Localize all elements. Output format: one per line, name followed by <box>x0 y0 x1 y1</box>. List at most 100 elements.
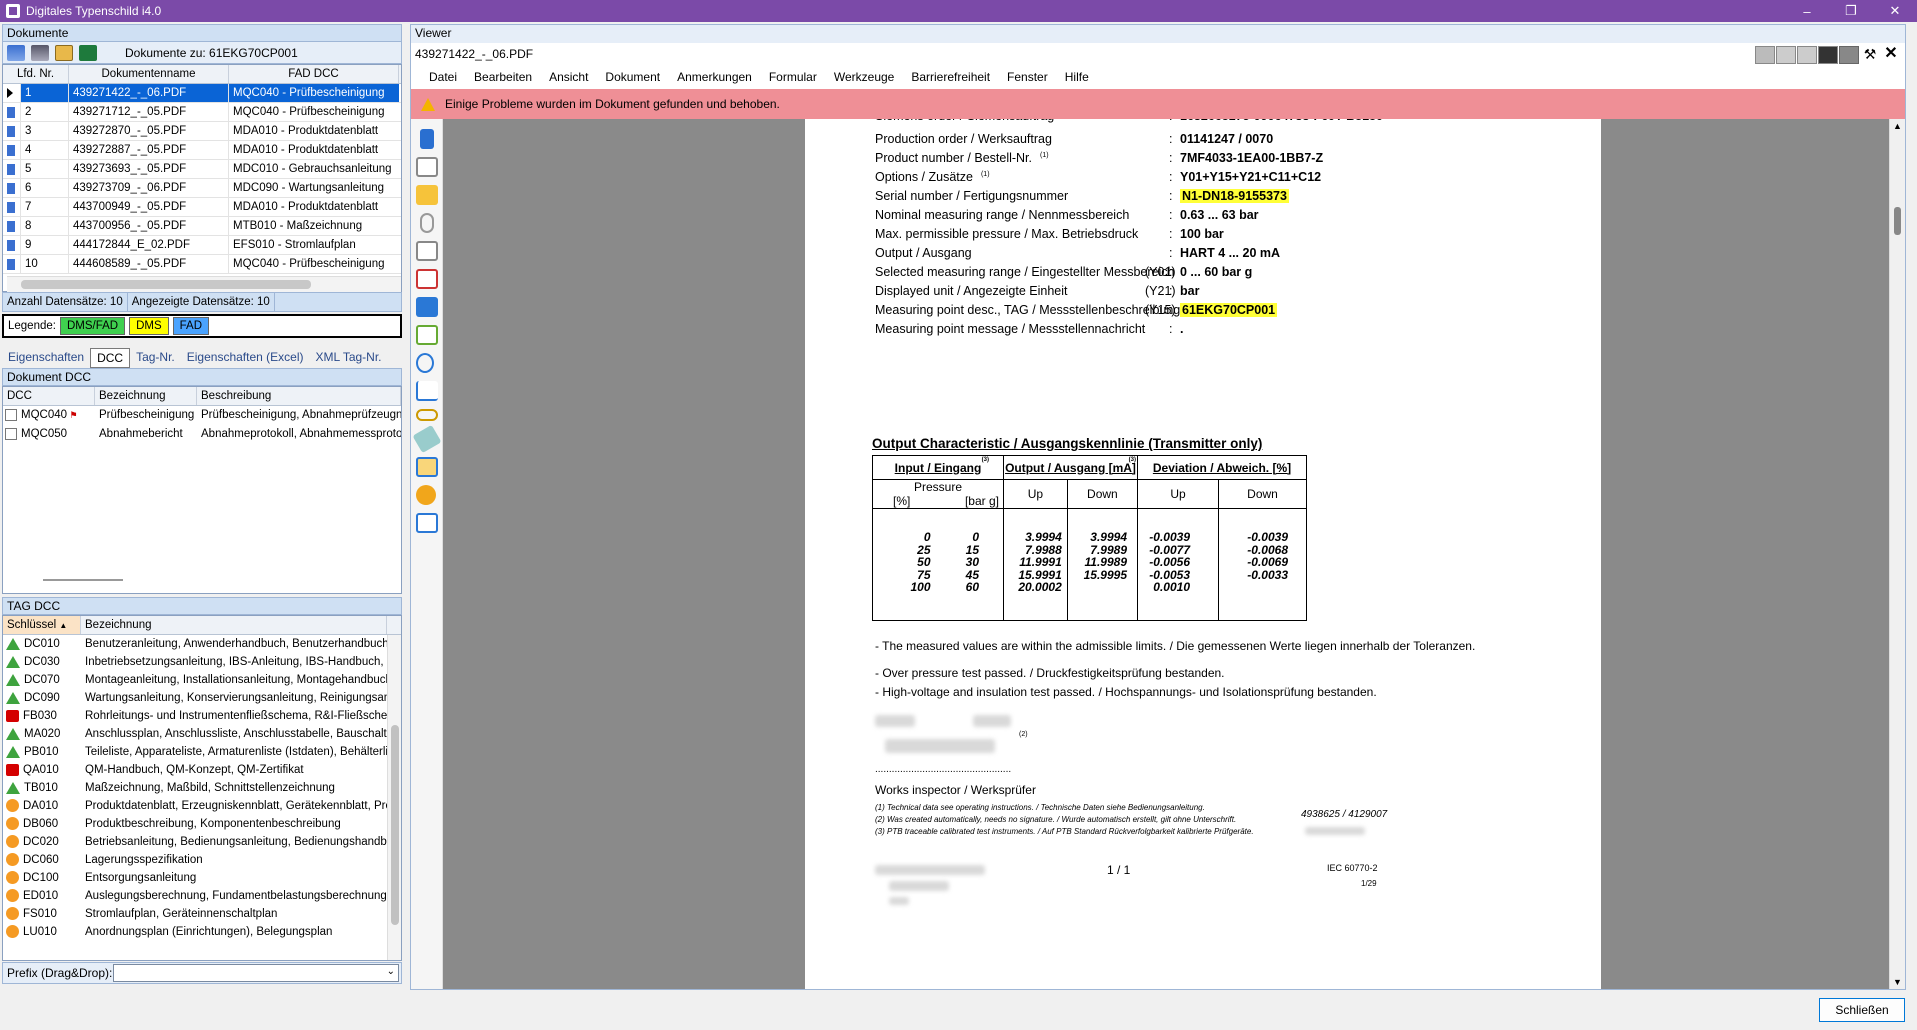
document-row[interactable]: 9 444172844_E_02.PDF EFS010 - Stromlaufpla… <box>3 236 401 255</box>
menu-werkzeuge[interactable]: Werkzeuge <box>834 70 894 84</box>
document-row[interactable]: 7 443700949_-_05.PDF MDA010 - Produktdaten… <box>3 198 401 217</box>
tag-row[interactable]: ED010 Auslegungsberechnung, Fundamentbela… <box>3 887 401 905</box>
tab-tag-nr[interactable]: Tag-Nr. <box>130 346 181 368</box>
tile3-icon[interactable] <box>1797 46 1817 64</box>
zoom-icon[interactable] <box>1839 46 1859 64</box>
reading-order-icon[interactable] <box>416 513 438 533</box>
dcc-checkbox[interactable] <box>5 427 17 440</box>
document-row[interactable]: 1 439271422_-_06.PDF MQC040 - Prüfbeschein… <box>3 84 401 103</box>
tools-icon[interactable]: ⚒ <box>1860 46 1880 64</box>
document-row[interactable]: 6 439273709_-_06.PDF MDC090 - Wartungsanle… <box>3 179 401 198</box>
redacted-footer-1 <box>875 865 985 875</box>
menu-bearbeiten[interactable]: Bearbeiten <box>474 70 532 84</box>
save-icon[interactable] <box>1818 46 1838 64</box>
note-2: - Over pressure test passed. / Druckfest… <box>875 666 1225 680</box>
scroll-down-icon[interactable]: ▼ <box>1893 977 1902 987</box>
layers-icon[interactable] <box>416 297 438 317</box>
link-icon[interactable] <box>416 409 438 421</box>
col-dcc[interactable]: DCC <box>3 387 95 405</box>
horizontal-scrollbar[interactable] <box>7 276 401 292</box>
close-viewer-icon[interactable]: ✕ <box>1881 46 1901 64</box>
maximize-button[interactable]: ❐ <box>1829 0 1873 22</box>
filter-icon[interactable] <box>7 44 25 61</box>
circle-status-icon <box>6 817 19 831</box>
tab-eigenschaften[interactable]: Eigenschaften <box>2 346 90 368</box>
document-area[interactable]: Output Characteristic / Ausgangskennlini… <box>443 119 1890 989</box>
menu-formular[interactable]: Formular <box>769 70 817 84</box>
menu-anmerkungen[interactable]: Anmerkungen <box>677 70 752 84</box>
tag-row[interactable]: DC090 Wartungsanleitung, Konservierungsan… <box>3 689 401 707</box>
content-icon[interactable] <box>416 325 438 345</box>
attachment-icon[interactable] <box>420 213 434 233</box>
document-row[interactable]: 5 439273693_-_05.PDF MDC010 - Gebrauchsanl… <box>3 160 401 179</box>
tile-icon[interactable] <box>1755 46 1775 64</box>
tag-row[interactable]: PB010 Teileliste, Apparateliste, Armature… <box>3 743 401 761</box>
pages-icon[interactable] <box>416 157 438 177</box>
tag-icon[interactable] <box>412 424 442 454</box>
tag-row[interactable]: DC030 Inbetriebsetzungsanleitung, IBS-Anl… <box>3 653 401 671</box>
col-bezeichnung[interactable]: Bezeichnung <box>95 387 197 405</box>
pdf-icon[interactable] <box>416 269 438 289</box>
tag-row[interactable]: DC060 Lagerungsspezifikation <box>3 851 401 869</box>
bookmark-icon[interactable] <box>420 129 434 149</box>
tag-row[interactable]: MA020 Anschlussplan, Anschlussliste, Ansc… <box>3 725 401 743</box>
works-inspector: Works inspector / Werksprüfer <box>875 783 1036 797</box>
dcc-row[interactable]: MQC040 ⚑ Prüfbescheinigung Prüfbescheinigu… <box>3 406 401 425</box>
document-icon[interactable] <box>416 241 438 261</box>
document-row[interactable]: 10 444608589_-_05.PDF MQC040 - Prüfbeschei… <box>3 255 401 274</box>
col-fad-dcc[interactable]: FAD DCC <box>229 65 399 83</box>
document-row[interactable]: 2 439271712_-_05.PDF MQC040 - Prüfbeschein… <box>3 103 401 122</box>
tag-row[interactable]: DB060 Produktbeschreibung, Komponentenbes… <box>3 815 401 833</box>
triangle-status-icon <box>6 727 20 740</box>
col-lfd-nr[interactable]: Lfd. Nr. <box>3 65 69 83</box>
tab-eigenschaften-excel[interactable]: Eigenschaften (Excel) <box>181 346 310 368</box>
menu-barrierefreiheit[interactable]: Barrierefreiheit <box>911 70 990 84</box>
close-window-button[interactable]: ✕ <box>1873 0 1917 22</box>
dcc-checkbox[interactable] <box>5 408 17 421</box>
tag-row[interactable]: LU010 Anordnungsplan (Einrichtungen), Bel… <box>3 923 401 941</box>
dcc-row[interactable]: MQC050 Abnahmebericht Abnahmeprotokoll, Ab… <box>3 425 401 444</box>
document-row[interactable]: 4 439272887_-_05.PDF MDA010 - Produktdaten… <box>3 141 401 160</box>
tab-xml-tag-nr[interactable]: XML Tag-Nr. <box>309 346 387 368</box>
footnote-3: (3) PTB traceable calibrated test instru… <box>875 827 1254 836</box>
minimize-button[interactable]: – <box>1785 0 1829 22</box>
tag-row[interactable]: TB010 Maßzeichnung, Maßbild, Schnittstell… <box>3 779 401 797</box>
tag-row[interactable]: DC100 Entsorgungsanleitung <box>3 869 401 887</box>
document-row[interactable]: 8 443700956_-_05.PDF MTB010 - Maßzeichnung <box>3 217 401 236</box>
oc-col-out-up: 3.9994 7.9988 11.9991 15.9991 20.0002 <box>1003 508 1068 621</box>
col-dokumentenname[interactable]: Dokumentenname <box>69 65 229 83</box>
row-indicator-icon <box>7 202 15 213</box>
tag-row[interactable]: FS010 Stromlaufplan, Geräteinnenschaltpla… <box>3 905 401 923</box>
tag-row[interactable]: DC070 Montageanleitung, Installationsanle… <box>3 671 401 689</box>
scroll-up-icon[interactable]: ▲ <box>1893 121 1902 131</box>
prefix-combo[interactable]: ⌄ <box>113 964 399 982</box>
excel-icon[interactable] <box>79 44 97 61</box>
list-icon[interactable] <box>31 44 49 61</box>
menu-dokument[interactable]: Dokument <box>605 70 660 84</box>
comment-icon[interactable] <box>416 185 438 205</box>
dcc-hscroll[interactable] <box>43 579 123 581</box>
viewer-vscroll[interactable]: ▲ ▼ <box>1889 119 1905 989</box>
tag-row[interactable]: DA010 Produktdatenblatt, Erzeugniskennbla… <box>3 797 401 815</box>
menu-hilfe[interactable]: Hilfe <box>1065 70 1089 84</box>
col-schluessel[interactable]: Schlüssel ▲ <box>3 616 81 634</box>
document-row[interactable]: 3 439272870_-_05.PDF MDA010 - Produktdaten… <box>3 122 401 141</box>
tag-row[interactable]: QA010 QM-Handbuch, QM-Konzept, QM-Zertifi… <box>3 761 401 779</box>
location-icon[interactable] <box>416 353 434 373</box>
menu-datei[interactable]: Datei <box>429 70 457 84</box>
folder-icon[interactable] <box>55 44 73 61</box>
tag-row[interactable]: FB030 Rohrleitungs- und Instrumentenfließ… <box>3 707 401 725</box>
order-icon[interactable] <box>416 457 438 477</box>
tab-dcc[interactable]: DCC <box>90 348 131 368</box>
col-beschreibung[interactable]: Beschreibung <box>197 387 401 405</box>
menu-fenster[interactable]: Fenster <box>1007 70 1048 84</box>
tag-row[interactable]: DC020 Betriebsanleitung, Bedienungsanleit… <box>3 833 401 851</box>
tile2-icon[interactable] <box>1776 46 1796 64</box>
tag-row[interactable]: DC010 Benutzeranleitung, Anwenderhandbuch… <box>3 635 401 653</box>
close-button[interactable]: Schließen <box>1819 998 1905 1022</box>
tree-icon[interactable] <box>416 381 438 401</box>
accessibility-icon[interactable] <box>416 485 436 505</box>
menu-ansicht[interactable]: Ansicht <box>549 70 588 84</box>
col-tag-bezeichnung[interactable]: Bezeichnung <box>81 616 387 634</box>
tag-vscroll[interactable] <box>387 635 401 960</box>
